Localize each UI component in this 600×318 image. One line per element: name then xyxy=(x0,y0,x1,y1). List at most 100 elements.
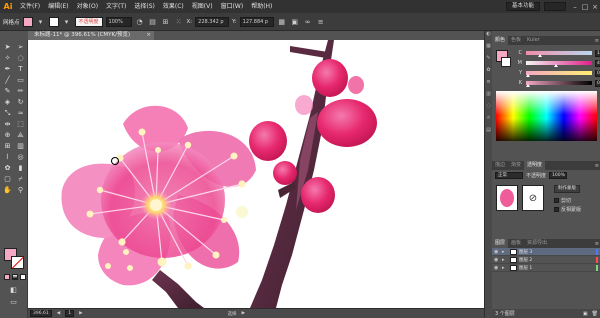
brush-icon[interactable]: ✎ xyxy=(2,87,13,96)
channel-value-field[interactable]: 0 xyxy=(595,69,600,77)
object-thumbnail[interactable] xyxy=(496,185,518,211)
isolate-icon[interactable]: ▦ xyxy=(277,17,287,27)
opacity-field[interactable]: 100% xyxy=(105,16,132,27)
clip-checkbox[interactable] xyxy=(554,198,559,203)
page-field[interactable]: 1 xyxy=(65,310,75,317)
close-icon[interactable]: × xyxy=(146,31,151,40)
selection-icon[interactable]: ➤ xyxy=(2,43,13,52)
lasso-icon[interactable]: ◌ xyxy=(15,54,26,63)
gradient-mode-button[interactable] xyxy=(12,274,18,280)
panel-menu-icon[interactable]: ≡ xyxy=(595,163,600,169)
link-icon[interactable]: ∞ xyxy=(303,17,313,27)
swatches-icon[interactable]: ▦ xyxy=(485,43,492,51)
menu-file[interactable]: 文件(F) xyxy=(16,0,44,13)
layer-row[interactable]: ◉ ▸ 图层 2 xyxy=(492,256,600,264)
expand-icon[interactable]: ▸ xyxy=(502,249,508,255)
pencil-icon[interactable]: ✏ xyxy=(15,87,26,96)
tab-transparency[interactable]: 透明度 xyxy=(524,161,546,170)
expand-icon[interactable]: ▸ xyxy=(502,265,508,271)
line-icon[interactable]: ╱ xyxy=(2,76,13,85)
eraser-icon[interactable]: ◈ xyxy=(2,98,13,107)
search-input[interactable] xyxy=(544,2,566,11)
panel-menu-icon[interactable]: ≡ xyxy=(595,38,600,44)
warp-icon[interactable]: ≈ xyxy=(15,109,26,118)
type-icon[interactable]: T xyxy=(15,65,26,74)
channel-value-field[interactable]: 18.82 xyxy=(595,49,600,57)
fill-swatch[interactable] xyxy=(22,16,33,27)
color-mode-button[interactable] xyxy=(4,274,10,280)
blend-icon[interactable]: ◎ xyxy=(15,153,26,162)
symbol-icon[interactable]: ✿ xyxy=(2,164,13,173)
chevron-down-icon[interactable]: ▾ xyxy=(36,17,46,27)
transparency-icon[interactable]: ◌ xyxy=(485,103,492,111)
color-spectrum[interactable] xyxy=(496,91,597,141)
recolor-icon[interactable]: ◔ xyxy=(135,17,145,27)
graph-icon[interactable]: ▮ xyxy=(15,164,26,173)
minimize-button[interactable]: – xyxy=(570,2,580,12)
direct-select-icon[interactable]: ➢ xyxy=(15,43,26,52)
brushes-icon[interactable]: ✎ xyxy=(485,55,492,63)
mesh-icon[interactable]: ⊞ xyxy=(2,142,13,151)
layer-name[interactable]: 图层 1 xyxy=(519,265,532,271)
mask-thumbnail[interactable]: ⊘ xyxy=(522,185,544,211)
screen-mode-icon[interactable]: ▭ xyxy=(8,298,19,307)
menu-select[interactable]: 选择(S) xyxy=(130,0,159,13)
menu-window[interactable]: 窗口(W) xyxy=(217,0,248,13)
free-transform-icon[interactable]: ⬚ xyxy=(15,120,26,129)
panel-menu-icon[interactable]: ≡ xyxy=(595,241,600,247)
appearance-icon[interactable]: ☼ xyxy=(485,115,492,123)
eyedropper-icon[interactable]: ⌇ xyxy=(2,153,13,162)
reference-point-icon[interactable]: ⁙ xyxy=(174,17,184,27)
color-panel-icon[interactable]: ◐ xyxy=(485,31,492,39)
rotate-icon[interactable]: ↻ xyxy=(15,98,26,107)
tab-stroke[interactable]: 描边 xyxy=(492,161,508,170)
gradient-icon[interactable]: ▥ xyxy=(485,91,492,99)
invert-mask-option[interactable]: 反相蒙版 xyxy=(554,206,581,213)
menu-help[interactable]: 帮助(H) xyxy=(247,0,276,13)
workspace-switcher[interactable]: 基本功能 xyxy=(505,2,540,11)
slice-icon[interactable]: ⌿ xyxy=(15,175,26,184)
clip-option[interactable]: 剪切 xyxy=(554,197,571,204)
slider-thumb[interactable] xyxy=(526,84,530,87)
menu-object[interactable]: 对象(O) xyxy=(73,0,102,13)
shape-builder-icon[interactable]: ⊕ xyxy=(2,131,13,140)
opacity-label[interactable]: 不透明度 xyxy=(74,16,103,27)
status-arrow-icon[interactable]: ▶ xyxy=(242,311,245,316)
tab-artboards[interactable]: 画板 xyxy=(508,239,524,248)
eye-icon[interactable]: ◉ xyxy=(494,249,500,255)
status-tool[interactable]: 选择 xyxy=(228,311,237,317)
tab-asset-export[interactable]: 资源导出 xyxy=(524,239,550,248)
expand-icon[interactable]: ▸ xyxy=(502,257,508,263)
chevron-down-icon[interactable]: ▾ xyxy=(62,17,72,27)
tab-layers[interactable]: 图层 xyxy=(492,239,509,248)
opacity-field[interactable]: 100% xyxy=(549,172,568,179)
y-field[interactable]: 127.884 p xyxy=(239,16,274,27)
blend-mode-select[interactable]: 正常 xyxy=(495,172,523,179)
draw-mode-icon[interactable]: ◧ xyxy=(8,286,19,295)
channel-value-field[interactable]: 0 xyxy=(595,79,600,87)
artboard-canvas[interactable] xyxy=(28,40,484,308)
slider-thumb[interactable] xyxy=(526,74,530,77)
prev-page-icon[interactable]: ◀ xyxy=(57,311,60,316)
new-layer-icon[interactable]: ▣ xyxy=(583,311,588,317)
layers-icon[interactable]: ▤ xyxy=(485,127,492,135)
channel-slider[interactable] xyxy=(526,71,592,77)
magic-wand-icon[interactable]: ✧ xyxy=(2,54,13,63)
eye-icon[interactable]: ◉ xyxy=(494,257,500,263)
transform-icon[interactable]: ⊞ xyxy=(161,17,171,27)
rectangle-icon[interactable]: ▭ xyxy=(15,76,26,85)
perspective-icon[interactable]: ⟁ xyxy=(15,131,26,140)
menu-edit[interactable]: 编辑(E) xyxy=(44,0,72,13)
invert-mask-checkbox[interactable] xyxy=(554,207,559,212)
none-mode-button[interactable] xyxy=(20,274,26,280)
stroke-icon[interactable]: ≡ xyxy=(485,79,492,87)
zoom-icon[interactable]: ⚲ xyxy=(15,186,26,195)
tab-gradient[interactable]: 渐变 xyxy=(508,161,524,170)
stroke-preview[interactable] xyxy=(501,57,511,67)
artboard-icon[interactable]: ▢ xyxy=(2,175,13,184)
channel-slider[interactable] xyxy=(526,81,592,87)
symbols-icon[interactable]: ✿ xyxy=(485,67,492,75)
maximize-button[interactable]: □ xyxy=(580,2,590,12)
close-window-button[interactable]: × xyxy=(590,2,600,12)
width-icon[interactable]: ⇹ xyxy=(2,120,13,129)
